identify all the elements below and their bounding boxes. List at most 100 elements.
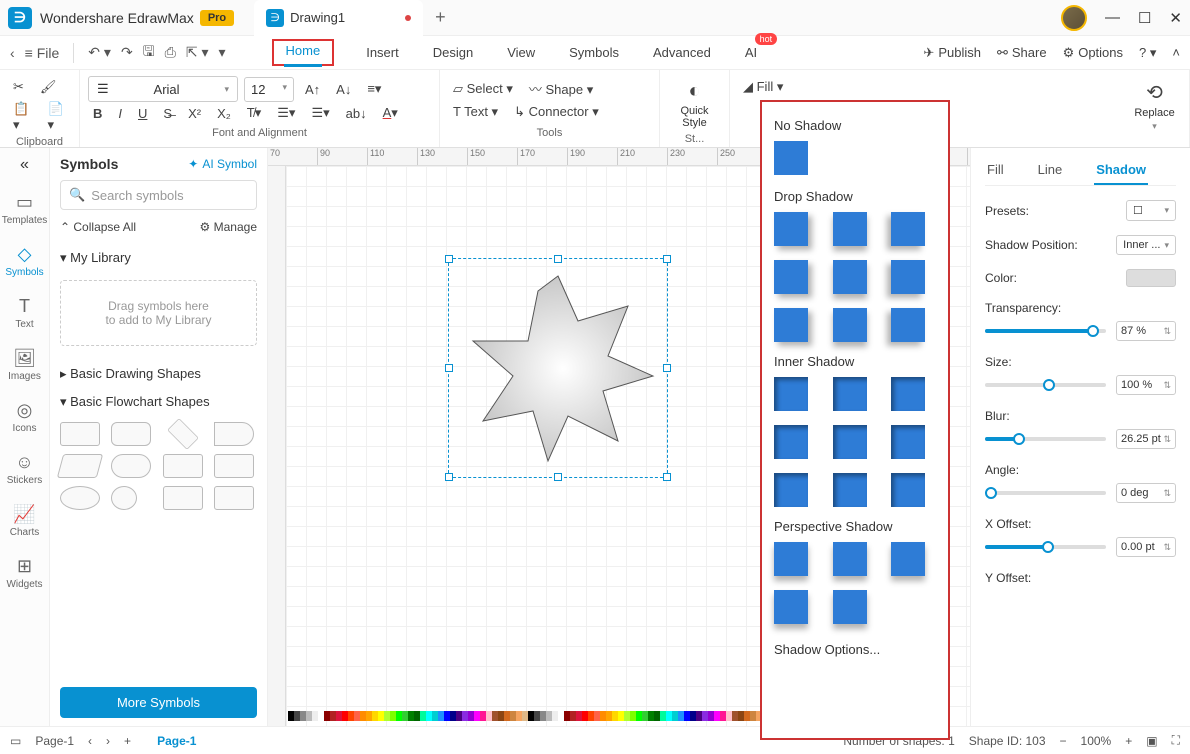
rp-tab-line[interactable]: Line: [1036, 156, 1065, 185]
basic-drawing-section[interactable]: ▸ Basic Drawing Shapes: [60, 360, 257, 388]
rail-stickers[interactable]: ☺Stickers: [7, 452, 43, 486]
maximize-button[interactable]: ☐: [1138, 9, 1151, 27]
next-page[interactable]: ›: [106, 734, 110, 748]
angle-slider[interactable]: [985, 491, 1106, 495]
blur-value[interactable]: 26.25 pt⇅: [1116, 429, 1176, 449]
shadow-options-button[interactable]: Shadow Options...: [774, 636, 936, 657]
perspective-4[interactable]: [774, 590, 808, 624]
inner-shadow-5[interactable]: [833, 425, 867, 459]
menu-tab-view[interactable]: View: [505, 39, 537, 66]
add-tab-button[interactable]: +: [435, 7, 446, 28]
undo-button[interactable]: ↶ ▾: [88, 44, 111, 61]
rp-tab-shadow[interactable]: Shadow: [1094, 156, 1148, 185]
my-library-section[interactable]: ▾ My Library: [60, 244, 257, 272]
inner-shadow-3[interactable]: [891, 377, 925, 411]
inner-shadow-6[interactable]: [891, 425, 925, 459]
shape-user[interactable]: [214, 486, 254, 510]
line-spacing-button[interactable]: ☰▾: [272, 102, 300, 124]
select-tool[interactable]: ▱ Select ▾: [448, 78, 518, 100]
superscript-button[interactable]: X²: [183, 103, 206, 124]
collapse-ribbon-button[interactable]: ˄: [1172, 45, 1180, 60]
italic-button[interactable]: I: [113, 103, 127, 124]
x-offset-slider[interactable]: [985, 545, 1106, 549]
text-tool[interactable]: T Text ▾: [448, 101, 503, 123]
rail-images[interactable]: 🖼Images: [8, 348, 41, 382]
inner-shadow-1[interactable]: [774, 377, 808, 411]
copy-button[interactable]: 📋▾: [8, 98, 37, 136]
fit-page[interactable]: ▣: [1146, 734, 1157, 748]
menu-tab-advanced[interactable]: Advanced: [651, 39, 713, 66]
ai-symbol-button[interactable]: ✦ AI Symbol: [188, 157, 257, 171]
zoom-out[interactable]: −: [1060, 734, 1067, 748]
collapse-all-button[interactable]: ⌃ Collapse All: [60, 220, 136, 234]
font-color-button[interactable]: A▾: [378, 102, 403, 124]
font-family-select[interactable]: ☰ Arial▾: [88, 76, 238, 102]
star-shape[interactable]: [458, 266, 658, 466]
presets-select[interactable]: ☐ ▾: [1126, 200, 1176, 221]
back-button[interactable]: ‹: [10, 45, 15, 61]
underline-button[interactable]: U: [133, 103, 152, 124]
increase-font-button[interactable]: A↑: [300, 79, 325, 100]
shape-person[interactable]: [163, 486, 203, 510]
options-button[interactable]: ⚙ Options: [1063, 45, 1123, 61]
collapse-rail-button[interactable]: «: [20, 156, 29, 174]
basic-flowchart-section[interactable]: ▾ Basic Flowchart Shapes: [60, 388, 257, 416]
drop-shadow-6[interactable]: [891, 260, 925, 294]
rail-text[interactable]: TText: [15, 296, 33, 330]
drop-shadow-7[interactable]: [774, 308, 808, 342]
color-swatch[interactable]: [1126, 269, 1176, 287]
more-symbols-button[interactable]: More Symbols: [60, 687, 257, 718]
format-painter-button[interactable]: 🖌: [35, 76, 62, 98]
share-button[interactable]: ⚯ Share: [997, 45, 1047, 61]
inner-shadow-2[interactable]: [833, 377, 867, 411]
rail-symbols[interactable]: ◇Symbols: [5, 244, 43, 278]
drop-shadow-1[interactable]: [774, 212, 808, 246]
rp-tab-fill[interactable]: Fill: [985, 156, 1006, 185]
quick-style-button[interactable]: ◐Quick Style: [668, 76, 721, 133]
shape-doc[interactable]: [214, 422, 254, 446]
shape-pill[interactable]: [111, 454, 151, 478]
print-button[interactable]: ⎙: [165, 44, 176, 61]
transparency-value[interactable]: 87 %⇅: [1116, 321, 1176, 341]
shape-card[interactable]: [214, 454, 254, 478]
replace-button[interactable]: ⟲Replace▾: [1128, 76, 1181, 136]
clear-format-button[interactable]: T̸▾: [242, 102, 266, 124]
more-button[interactable]: ▾: [218, 44, 225, 61]
rail-icons[interactable]: ◎Icons: [13, 400, 37, 434]
shape-ellipse[interactable]: [60, 486, 100, 510]
menu-tab-design[interactable]: Design: [431, 39, 475, 66]
page-label[interactable]: Page-1: [35, 734, 74, 748]
drop-shadow-3[interactable]: [891, 212, 925, 246]
case-button[interactable]: ab↓: [341, 103, 372, 124]
menu-tab-symbols[interactable]: Symbols: [567, 39, 621, 66]
shape-hexagon[interactable]: [163, 454, 203, 478]
add-page[interactable]: +: [124, 734, 131, 748]
redo-button[interactable]: ↷: [121, 44, 133, 61]
search-input[interactable]: 🔍 Search symbols: [60, 180, 257, 210]
inner-shadow-4[interactable]: [774, 425, 808, 459]
zoom-in[interactable]: +: [1125, 734, 1132, 748]
transparency-slider[interactable]: [985, 329, 1106, 333]
shape-rect[interactable]: [60, 422, 100, 446]
menu-tab-insert[interactable]: Insert: [364, 39, 401, 66]
strike-button[interactable]: S̶: [158, 103, 177, 124]
menu-file[interactable]: ≡ File: [25, 45, 60, 61]
help-button[interactable]: ? ▾: [1139, 45, 1156, 61]
rail-templates[interactable]: ▭Templates: [2, 192, 48, 226]
save-button[interactable]: 🖫: [143, 41, 155, 65]
fill-button[interactable]: ◢ Fill ▾: [738, 76, 788, 98]
page-tab[interactable]: Page-1: [145, 734, 208, 748]
perspective-2[interactable]: [833, 542, 867, 576]
menu-tab-ai[interactable]: AIhot: [743, 39, 759, 66]
shadow-position-select[interactable]: Inner ...▾: [1116, 235, 1176, 255]
shape-tool[interactable]: 〰 Shape ▾: [524, 76, 598, 101]
zoom-value[interactable]: 100%: [1081, 734, 1112, 748]
perspective-5[interactable]: [833, 590, 867, 624]
rail-widgets[interactable]: ⊞Widgets: [6, 556, 42, 590]
angle-value[interactable]: 0 deg⇅: [1116, 483, 1176, 503]
cut-button[interactable]: ✂: [8, 76, 29, 98]
paste-button[interactable]: 📄▾: [43, 98, 72, 136]
layout-icon[interactable]: ▭: [10, 734, 21, 748]
x-offset-value[interactable]: 0.00 pt⇅: [1116, 537, 1176, 557]
size-slider[interactable]: [985, 383, 1106, 387]
